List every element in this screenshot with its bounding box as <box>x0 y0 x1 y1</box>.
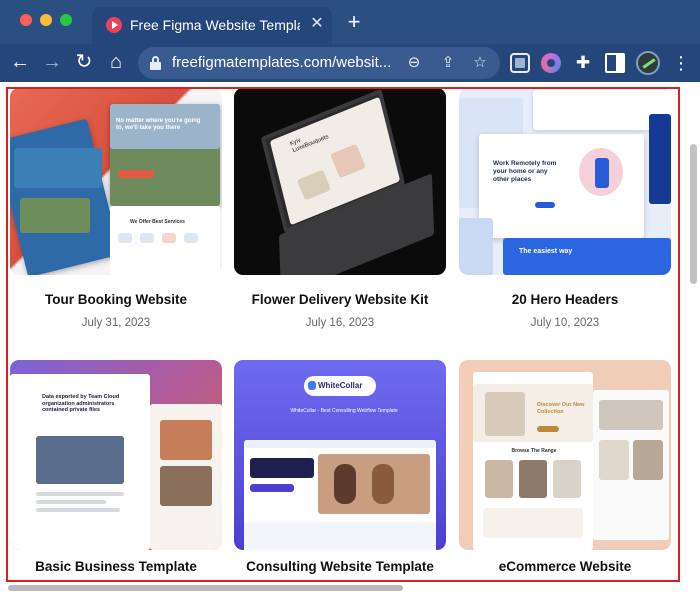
forward-arrow-icon[interactable]: → <box>40 50 64 74</box>
active-tab[interactable]: Free Figma Website Templates ✕ <box>92 7 332 44</box>
sidebar-icon[interactable] <box>605 53 625 73</box>
bookmark-star-icon[interactable]: ☆ <box>470 53 490 73</box>
back-arrow-icon[interactable]: ← <box>8 50 32 74</box>
page-content: No matter where you're going to, we'll t… <box>0 82 700 594</box>
minimize-window-button[interactable] <box>40 14 52 26</box>
new-tab-button[interactable]: + <box>344 11 364 33</box>
reload-icon[interactable]: ↻ <box>72 50 96 74</box>
more-menu-icon[interactable]: ⋮ <box>672 51 690 75</box>
close-window-button[interactable] <box>20 14 32 26</box>
home-icon[interactable]: ⌂ <box>104 50 128 74</box>
browser-toolbar: ← → ↻ ⌂ freefigmatemplates.com/websit...… <box>0 44 700 82</box>
horizontal-scroll-thumb[interactable] <box>8 585 403 591</box>
horizontal-scrollbar[interactable] <box>6 584 680 592</box>
vertical-scroll-thumb[interactable] <box>690 144 697 284</box>
profile-avatar[interactable] <box>636 51 660 75</box>
address-bar[interactable]: freefigmatemplates.com/websit... ⊖ ⇪ ☆ <box>138 47 500 79</box>
highlight-frame <box>6 87 680 582</box>
screenshot-extension-icon[interactable] <box>510 53 530 73</box>
puzzle-icon[interactable]: ✚ <box>573 53 593 73</box>
share-icon[interactable]: ⇪ <box>438 53 458 73</box>
vertical-scrollbar[interactable] <box>686 82 700 594</box>
color-wheel-extension-icon[interactable] <box>541 53 561 73</box>
lock-icon[interactable] <box>150 56 161 70</box>
maximize-window-button[interactable] <box>60 14 72 26</box>
browser-tab-strip: Free Figma Website Templates ✕ + <box>0 0 700 44</box>
tab-title: Free Figma Website Templates <box>130 17 300 33</box>
tab-close-icon[interactable]: ✕ <box>308 15 326 33</box>
site-favicon-icon <box>106 17 122 33</box>
zoom-out-icon[interactable]: ⊖ <box>404 53 424 73</box>
url-text[interactable]: freefigmatemplates.com/websit... <box>172 54 394 71</box>
